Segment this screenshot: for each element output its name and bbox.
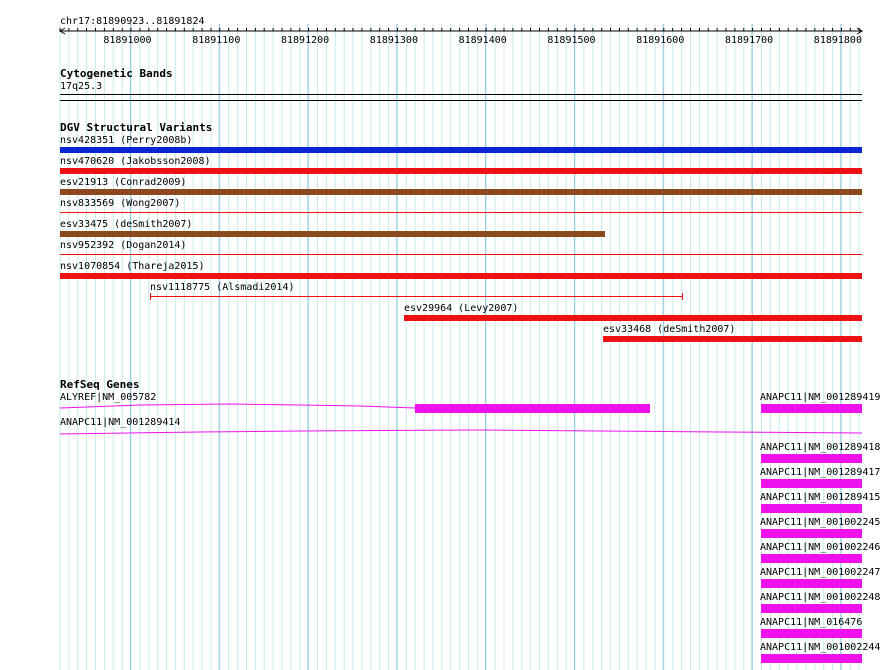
variant-label[interactable]: esv21913 (Conrad2009) <box>60 177 186 188</box>
gene-label[interactable]: ANAPC11|NM_001289417 <box>760 467 880 478</box>
gene-exon[interactable] <box>761 554 862 563</box>
variant-label[interactable]: nsv1070854 (Thareja2015) <box>60 261 205 272</box>
variant-bar[interactable] <box>603 336 862 342</box>
gene-exon[interactable] <box>761 579 862 588</box>
variant-label[interactable]: nsv1118775 (Alsmadi2014) <box>150 282 295 293</box>
variant-label[interactable]: nsv833569 (Wong2007) <box>60 198 180 209</box>
gene-label[interactable]: ANAPC11|NM_001002248 <box>760 592 880 603</box>
variant-bar[interactable] <box>60 147 862 153</box>
variant-bar[interactable] <box>60 273 862 279</box>
gene-exon[interactable] <box>761 504 862 513</box>
gene-exon[interactable] <box>761 629 862 638</box>
gene-label[interactable]: ANAPC11|NM_001002246 <box>760 542 880 553</box>
variant-label[interactable]: nsv952392 (Dogan2014) <box>60 240 186 251</box>
ruler-tick-label: 81891300 <box>369 35 418 46</box>
gene-label[interactable]: ANAPC11|NM_001002245 <box>760 517 880 528</box>
gene-exon[interactable] <box>761 654 862 663</box>
variant-bar[interactable] <box>150 296 683 297</box>
gene-exon[interactable] <box>761 529 862 538</box>
variant-bar[interactable] <box>60 212 862 213</box>
cytoband-track-title: Cytogenetic Bands <box>60 67 173 80</box>
variant-bar[interactable] <box>60 254 862 255</box>
ruler-tick-label: 81891800 <box>813 35 862 46</box>
ruler-tick-label: 81891500 <box>547 35 596 46</box>
variant-label[interactable]: nsv428351 (Perry2008b) <box>60 135 192 146</box>
variant-label[interactable]: nsv470620 (Jakobsson2008) <box>60 156 211 167</box>
cytoband-label: 17q25.3 <box>60 81 103 92</box>
variant-bar[interactable] <box>60 189 862 195</box>
variant-label[interactable]: esv29964 (Levy2007) <box>404 303 518 314</box>
dgv-track-title: DGV Structural Variants <box>60 121 213 134</box>
gene-label[interactable]: ANAPC11|NM_001289415 <box>760 492 880 503</box>
gene-label[interactable]: ANAPC11|NM_016476 <box>760 617 862 628</box>
refseq-track-title: RefSeq Genes <box>60 378 140 391</box>
variant-bar-cap-left <box>150 293 151 300</box>
gene-model-alyref[interactable] <box>0 398 890 418</box>
ruler-tick-label: 81891000 <box>103 35 152 46</box>
cytoband-line-top <box>60 94 862 95</box>
variant-label[interactable]: esv33468 (deSmith2007) <box>603 324 735 335</box>
gene-exon[interactable] <box>761 454 862 463</box>
ruler-tick-label: 81891600 <box>636 35 685 46</box>
gene-model-anapc11[interactable] <box>0 424 890 438</box>
variant-bar-cap-right <box>682 293 683 300</box>
gene-label[interactable]: ANAPC11|NM_001002247 <box>760 567 880 578</box>
gene-exon <box>415 404 650 413</box>
ruler-tick-label: 81891100 <box>192 35 241 46</box>
gene-exon[interactable] <box>761 404 862 413</box>
gene-label[interactable]: ANAPC11|NM_001289419 <box>760 392 880 403</box>
gene-exon[interactable] <box>761 479 862 488</box>
variant-label[interactable]: esv33475 (deSmith2007) <box>60 219 192 230</box>
gene-exon[interactable] <box>761 604 862 613</box>
variant-bar[interactable] <box>404 315 862 321</box>
gene-label[interactable]: ANAPC11|NM_001002244 <box>760 642 880 653</box>
ruler-tick-label: 81891200 <box>281 35 330 46</box>
gene-label[interactable]: ANAPC11|NM_001289418 <box>760 442 880 453</box>
ruler-tick-label: 81891700 <box>725 35 774 46</box>
cytoband-line-bottom <box>60 100 862 101</box>
ruler-tick-label: 81891400 <box>458 35 507 46</box>
variant-bar[interactable] <box>60 168 862 174</box>
variant-bar[interactable] <box>60 231 605 237</box>
